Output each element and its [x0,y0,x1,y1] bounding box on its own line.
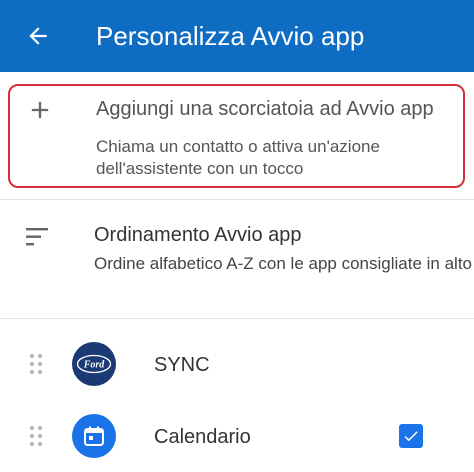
page-title: Personalizza Avvio app [96,21,365,51]
add-shortcut-title: Aggiungi una scorciatoia ad Avvio app [96,98,434,120]
sorting-subtitle: Ordine alfabetico A-Z con le app consigl… [94,254,473,273]
back-button[interactable] [22,20,54,52]
divider [0,318,474,319]
divider [0,199,474,200]
sorting-title: Ordinamento Avvio app [94,224,302,246]
arrow-back-icon [29,27,47,45]
app-label: Calendario [154,426,251,448]
add-shortcut-subtitle: Chiama un contatto o attiva un'azione de… [96,137,380,178]
ford-logo-icon: Ford [72,342,116,386]
app-label: SYNC [154,354,210,376]
sort-icon [26,228,48,246]
sorting-item[interactable]: Ordinamento Avvio app Ordine alfabetico … [0,214,474,312]
drag-handle-icon[interactable] [30,354,46,374]
drag-handle-icon[interactable] [30,426,46,446]
app-row-sync: Ford SYNC [0,334,474,394]
app-bar: Personalizza Avvio app [0,0,474,72]
app-row-calendario: Calendario [0,406,474,466]
plus-icon [31,101,49,119]
check-icon [404,431,418,442]
add-shortcut-item[interactable]: Aggiungi una scorciatoia ad Avvio app Ch… [8,84,465,188]
ford-logo-text: Ford [83,360,106,371]
app-checkbox[interactable] [399,424,423,448]
calendar-icon [72,414,116,458]
